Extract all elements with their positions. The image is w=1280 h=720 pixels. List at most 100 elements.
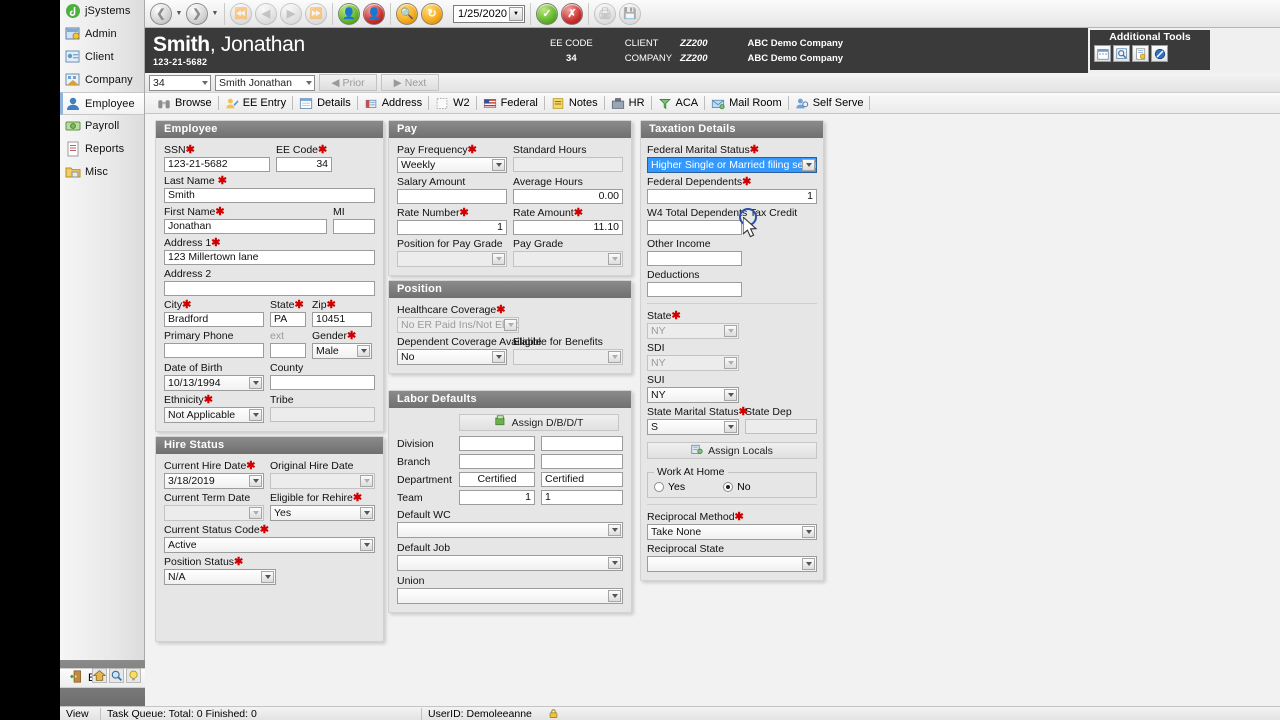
employee-combo[interactable]: Smith Jonathan bbox=[215, 74, 315, 91]
prev-record-icon[interactable]: ◀ bbox=[255, 2, 277, 25]
union-select[interactable] bbox=[397, 588, 623, 604]
sdi-select[interactable]: NY bbox=[647, 355, 739, 371]
tab-address[interactable]: Address bbox=[358, 93, 428, 113]
block-icon[interactable] bbox=[1151, 45, 1168, 62]
pay-grade-select[interactable] bbox=[513, 251, 623, 267]
eligible-rehire-select[interactable]: Yes bbox=[270, 505, 375, 521]
tab-ee-entry[interactable]: EE Entry bbox=[219, 93, 292, 113]
rate-number-field[interactable]: 1 bbox=[397, 220, 507, 235]
dependent-coverage-select[interactable]: No bbox=[397, 349, 507, 365]
tab-details[interactable]: Details bbox=[293, 93, 357, 113]
sidebar-item-misc[interactable]: Misc bbox=[60, 161, 144, 184]
arrow-forward-icon[interactable]: ❯ bbox=[186, 2, 208, 25]
ssn-field[interactable]: 123-21-5682 bbox=[164, 157, 270, 172]
sidebar-item-reports[interactable]: Reports bbox=[60, 138, 144, 161]
department-desc-field[interactable]: Certified bbox=[541, 472, 623, 487]
check-icon[interactable]: ✓ bbox=[536, 2, 558, 25]
division-code-field[interactable] bbox=[459, 436, 535, 451]
current-hire-date-picker[interactable]: 3/18/2019 bbox=[164, 473, 264, 489]
delete-person-icon[interactable]: 👤 bbox=[363, 2, 385, 25]
ee-code-combo[interactable]: 34 bbox=[149, 74, 211, 91]
preview-icon[interactable] bbox=[1113, 45, 1130, 62]
work-at-home-no-radio[interactable]: No bbox=[723, 481, 751, 493]
ext-field[interactable] bbox=[270, 343, 306, 358]
sidebar-item-payroll[interactable]: Payroll bbox=[60, 115, 144, 138]
forward-dropdown-icon[interactable]: ▼ bbox=[211, 10, 219, 17]
prior-button[interactable]: ◀ Prior bbox=[319, 74, 377, 91]
branch-code-field[interactable] bbox=[459, 454, 535, 469]
state-field[interactable]: PA bbox=[270, 312, 306, 327]
magnifier-icon[interactable]: 🔍 bbox=[396, 2, 418, 25]
branch-desc-field[interactable] bbox=[541, 454, 623, 469]
pay-frequency-select[interactable]: Weekly bbox=[397, 157, 507, 173]
home-icon[interactable] bbox=[92, 668, 107, 683]
federal-dependents-field[interactable]: 1 bbox=[647, 189, 817, 204]
tab-w2[interactable]: W2 bbox=[429, 93, 476, 113]
federal-marital-status-select[interactable]: Higher Single or Married filing separate… bbox=[647, 157, 817, 173]
back-dropdown-icon[interactable]: ▼ bbox=[175, 10, 183, 17]
ethnicity-select[interactable]: Not Applicable bbox=[164, 407, 264, 423]
zip-field[interactable]: 10451 bbox=[312, 312, 372, 327]
team-desc-field[interactable]: 1 bbox=[541, 490, 623, 505]
position-status-select[interactable]: N/A bbox=[164, 569, 276, 585]
tab-browse[interactable]: Browse bbox=[151, 93, 218, 113]
healthcare-coverage-select[interactable]: No ER Paid Ins/Not Eligibl bbox=[397, 317, 519, 333]
address1-field[interactable]: 123 Millertown lane bbox=[164, 250, 375, 265]
primary-phone-field[interactable] bbox=[164, 343, 264, 358]
state-marital-status-select[interactable]: S bbox=[647, 419, 739, 435]
state-select[interactable]: NY bbox=[647, 323, 739, 339]
first-record-icon[interactable]: ⏪ bbox=[230, 2, 252, 25]
sidebar-item-client[interactable]: Client bbox=[60, 46, 144, 69]
reciprocal-method-select[interactable]: Take None bbox=[647, 524, 817, 540]
help-icon[interactable] bbox=[126, 668, 141, 683]
state-dep-field[interactable] bbox=[745, 419, 817, 434]
work-at-home-yes-radio[interactable]: Yes bbox=[654, 481, 685, 493]
last-name-field[interactable]: Smith bbox=[164, 188, 375, 203]
tab-self-serve[interactable]: Self Serve bbox=[789, 93, 870, 113]
city-field[interactable]: Bradford bbox=[164, 312, 264, 327]
tab-federal[interactable]: Federal bbox=[477, 93, 544, 113]
deductions-field[interactable] bbox=[647, 282, 742, 297]
average-hours-field[interactable]: 0.00 bbox=[513, 189, 623, 204]
tab-aca[interactable]: ACA bbox=[652, 93, 705, 113]
print-icon[interactable]: 🖨 bbox=[594, 2, 616, 25]
sidebar-item-jsystems[interactable]: jSystems bbox=[60, 0, 144, 23]
next-button[interactable]: ▶ Next bbox=[381, 74, 439, 91]
chevron-down-icon[interactable]: ▼ bbox=[509, 6, 523, 21]
default-wc-select[interactable] bbox=[397, 522, 623, 538]
tab-notes[interactable]: Notes bbox=[545, 93, 604, 113]
rate-amount-field[interactable]: 11.10 bbox=[513, 220, 623, 235]
current-term-date-picker[interactable] bbox=[164, 505, 264, 521]
first-name-field[interactable]: Jonathan bbox=[164, 219, 327, 234]
original-hire-date-picker[interactable] bbox=[270, 473, 375, 489]
standard-hours-field[interactable] bbox=[513, 157, 623, 172]
sui-select[interactable]: NY bbox=[647, 387, 739, 403]
dob-datepicker[interactable]: 10/13/1994 bbox=[164, 375, 264, 391]
other-income-field[interactable] bbox=[647, 251, 742, 266]
ee-code-field[interactable]: 34 bbox=[276, 157, 332, 172]
division-desc-field[interactable] bbox=[541, 436, 623, 451]
effective-date-field[interactable]: 1/25/2020 ▼ bbox=[453, 4, 525, 23]
current-status-code-select[interactable]: Active bbox=[164, 537, 375, 553]
tab-hr[interactable]: HR bbox=[605, 93, 651, 113]
sidebar-item-admin[interactable]: Admin bbox=[60, 23, 144, 46]
reciprocal-state-select[interactable] bbox=[647, 556, 817, 572]
last-record-icon[interactable]: ⏩ bbox=[305, 2, 327, 25]
tab-mail-room[interactable]: Mail Room bbox=[705, 93, 788, 113]
document-lock-icon[interactable] bbox=[1132, 45, 1149, 62]
sidebar-item-company[interactable]: Company bbox=[60, 69, 144, 92]
search-icon[interactable] bbox=[109, 668, 124, 683]
team-code-field[interactable]: 1 bbox=[459, 490, 535, 505]
eligible-benefits-select[interactable] bbox=[513, 349, 623, 365]
department-code-field[interactable]: Certified bbox=[459, 472, 535, 487]
salary-amount-field[interactable] bbox=[397, 189, 507, 204]
add-person-icon[interactable]: 👤 bbox=[338, 2, 360, 25]
arrow-back-icon[interactable]: ❮ bbox=[150, 2, 172, 25]
x-icon[interactable]: ✗ bbox=[561, 2, 583, 25]
assign-dbdt-button[interactable]: Assign D/B/D/T bbox=[459, 414, 619, 431]
county-field[interactable] bbox=[270, 375, 375, 390]
gender-select[interactable]: Male bbox=[312, 343, 372, 359]
w4-total-dependents-field[interactable] bbox=[647, 220, 742, 235]
sidebar-item-employee[interactable]: Employee bbox=[60, 92, 144, 115]
assign-locals-button[interactable]: Assign Locals bbox=[647, 442, 817, 459]
